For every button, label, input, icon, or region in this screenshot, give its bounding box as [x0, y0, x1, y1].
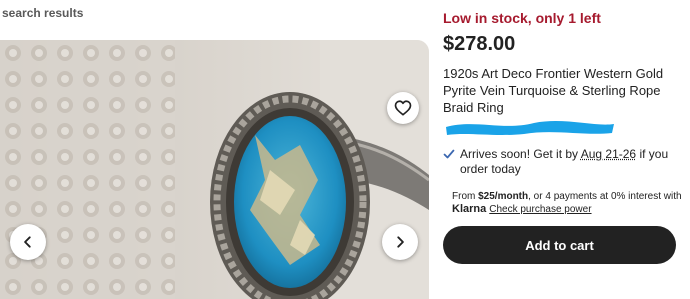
- chevron-left-icon: [24, 236, 31, 248]
- listing-page: search results Low in stock, only 1 left…: [0, 0, 690, 299]
- add-to-cart-button[interactable]: Add to cart: [443, 226, 676, 264]
- heart-icon: [394, 100, 412, 116]
- delivery-date-range[interactable]: Aug 21-26: [581, 147, 636, 161]
- installment-info: From $25/month, or 4 payments at 0% inte…: [452, 191, 682, 202]
- klarna-row: Klarna Check purchase power: [452, 203, 592, 215]
- listing-title: 1920s Art Deco Frontier Western Gold Pyr…: [443, 66, 664, 115]
- chevron-right-icon: [397, 236, 404, 248]
- installment-from: From: [452, 191, 479, 202]
- stock-status: Low in stock, only 1 left: [443, 10, 601, 26]
- breadcrumb[interactable]: search results: [2, 6, 83, 20]
- next-image-button[interactable]: [382, 224, 418, 260]
- klarna-logo: Klarna: [452, 203, 487, 215]
- product-photo: [0, 40, 429, 299]
- product-image-gallery: [0, 40, 429, 299]
- installment-monthly: $25/month: [478, 191, 529, 202]
- price: $278.00: [443, 33, 516, 55]
- check-purchase-power-link[interactable]: Check purchase power: [489, 204, 591, 215]
- favorite-button[interactable]: [387, 92, 419, 124]
- delivery-prefix: Arrives soon! Get it by: [460, 147, 581, 161]
- check-icon: [443, 149, 455, 159]
- delivery-estimate: Arrives soon! Get it by Aug 21-26 if you…: [443, 147, 683, 177]
- previous-image-button[interactable]: [10, 224, 46, 260]
- redaction-scribble: [446, 121, 614, 135]
- installment-rest: , or 4 payments at 0% interest with: [528, 191, 682, 202]
